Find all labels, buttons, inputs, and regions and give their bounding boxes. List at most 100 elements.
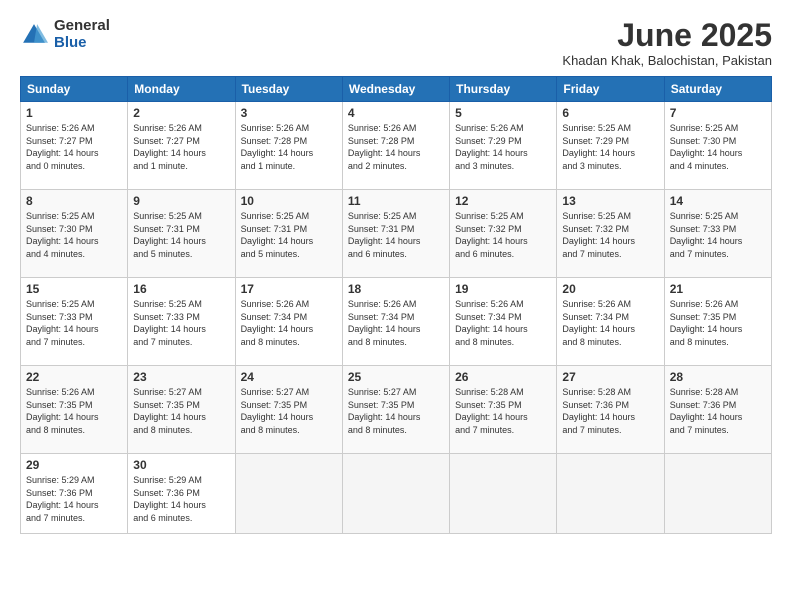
day-info: Sunrise: 5:26 AM Sunset: 7:27 PM Dayligh…: [26, 122, 122, 172]
day-number: 24: [241, 370, 337, 384]
calendar-row: 29 Sunrise: 5:29 AM Sunset: 7:36 PM Dayli…: [21, 454, 772, 534]
day-info: Sunrise: 5:28 AM Sunset: 7:36 PM Dayligh…: [562, 386, 658, 436]
day-number: 4: [348, 106, 444, 120]
day-info: Sunrise: 5:25 AM Sunset: 7:32 PM Dayligh…: [455, 210, 551, 260]
header-wednesday: Wednesday: [342, 77, 449, 102]
table-row: 14 Sunrise: 5:25 AM Sunset: 7:33 PM Dayli…: [664, 190, 771, 278]
calendar-row: 8Sunrise: 5:25 AM Sunset: 7:30 PM Daylig…: [21, 190, 772, 278]
header-thursday: Thursday: [450, 77, 557, 102]
table-row: 18 Sunrise: 5:26 AM Sunset: 7:34 PM Dayli…: [342, 278, 449, 366]
day-info: Sunrise: 5:26 AM Sunset: 7:34 PM Dayligh…: [562, 298, 658, 348]
header-saturday: Saturday: [664, 77, 771, 102]
header-sunday: Sunday: [21, 77, 128, 102]
day-number: 21: [670, 282, 766, 296]
title-section: June 2025 Khadan Khak, Balochistan, Paki…: [562, 18, 772, 68]
day-info: Sunrise: 5:27 AM Sunset: 7:35 PM Dayligh…: [241, 386, 337, 436]
table-row: 9 Sunrise: 5:25 AM Sunset: 7:31 PM Daylig…: [128, 190, 235, 278]
day-number: 23: [133, 370, 229, 384]
table-row: 23 Sunrise: 5:27 AM Sunset: 7:35 PM Dayli…: [128, 366, 235, 454]
header-tuesday: Tuesday: [235, 77, 342, 102]
day-number: 20: [562, 282, 658, 296]
day-number: 26: [455, 370, 551, 384]
day-number: 6: [562, 106, 658, 120]
logo-general: General: [54, 18, 110, 35]
day-number: 11: [348, 194, 444, 208]
table-row: 1 Sunrise: 5:26 AM Sunset: 7:27 PM Daylig…: [21, 102, 128, 190]
day-info: Sunrise: 5:29 AM Sunset: 7:36 PM Dayligh…: [133, 474, 229, 524]
day-info: Sunrise: 5:25 AM Sunset: 7:30 PM Dayligh…: [26, 210, 122, 260]
location-title: Khadan Khak, Balochistan, Pakistan: [562, 53, 772, 68]
day-info: Sunrise: 5:26 AM Sunset: 7:35 PM Dayligh…: [670, 298, 766, 348]
table-row: 8Sunrise: 5:25 AM Sunset: 7:30 PM Daylig…: [21, 190, 128, 278]
header-monday: Monday: [128, 77, 235, 102]
table-row: 27 Sunrise: 5:28 AM Sunset: 7:36 PM Dayli…: [557, 366, 664, 454]
day-info: Sunrise: 5:25 AM Sunset: 7:30 PM Dayligh…: [670, 122, 766, 172]
day-info: Sunrise: 5:25 AM Sunset: 7:32 PM Dayligh…: [562, 210, 658, 260]
table-row: 17Sunrise: 5:26 AM Sunset: 7:34 PM Dayli…: [235, 278, 342, 366]
day-number: 15: [26, 282, 122, 296]
day-number: 1: [26, 106, 122, 120]
table-row: [450, 454, 557, 534]
page: General Blue June 2025 Khadan Khak, Balo…: [0, 0, 792, 612]
calendar: Sunday Monday Tuesday Wednesday Thursday…: [20, 76, 772, 534]
calendar-row: 22 Sunrise: 5:26 AM Sunset: 7:35 PM Dayli…: [21, 366, 772, 454]
day-number: 10: [241, 194, 337, 208]
table-row: 20 Sunrise: 5:26 AM Sunset: 7:34 PM Dayli…: [557, 278, 664, 366]
day-number: 2: [133, 106, 229, 120]
day-info: Sunrise: 5:27 AM Sunset: 7:35 PM Dayligh…: [133, 386, 229, 436]
day-info: Sunrise: 5:26 AM Sunset: 7:35 PM Dayligh…: [26, 386, 122, 436]
day-number: 9: [133, 194, 229, 208]
header-friday: Friday: [557, 77, 664, 102]
day-info: Sunrise: 5:26 AM Sunset: 7:29 PM Dayligh…: [455, 122, 551, 172]
day-number: 16: [133, 282, 229, 296]
month-title: June 2025: [562, 18, 772, 53]
day-info: Sunrise: 5:25 AM Sunset: 7:31 PM Dayligh…: [241, 210, 337, 260]
table-row: 13 Sunrise: 5:25 AM Sunset: 7:32 PM Dayli…: [557, 190, 664, 278]
day-number: 12: [455, 194, 551, 208]
table-row: 24 Sunrise: 5:27 AM Sunset: 7:35 PM Dayli…: [235, 366, 342, 454]
table-row: 28Sunrise: 5:28 AM Sunset: 7:36 PM Dayli…: [664, 366, 771, 454]
day-info: Sunrise: 5:29 AM Sunset: 7:36 PM Dayligh…: [26, 474, 122, 524]
day-info: Sunrise: 5:25 AM Sunset: 7:31 PM Dayligh…: [133, 210, 229, 260]
day-number: 27: [562, 370, 658, 384]
logo: General Blue: [20, 18, 110, 51]
table-row: 3Sunrise: 5:26 AM Sunset: 7:28 PM Daylig…: [235, 102, 342, 190]
logo-text: General Blue: [54, 18, 110, 51]
day-number: 14: [670, 194, 766, 208]
day-info: Sunrise: 5:28 AM Sunset: 7:36 PM Dayligh…: [670, 386, 766, 436]
day-number: 7: [670, 106, 766, 120]
day-number: 19: [455, 282, 551, 296]
table-row: 12 Sunrise: 5:25 AM Sunset: 7:32 PM Dayli…: [450, 190, 557, 278]
table-row: [664, 454, 771, 534]
day-number: 3: [241, 106, 337, 120]
day-info: Sunrise: 5:26 AM Sunset: 7:34 PM Dayligh…: [455, 298, 551, 348]
day-number: 17: [241, 282, 337, 296]
day-number: 5: [455, 106, 551, 120]
weekday-header-row: Sunday Monday Tuesday Wednesday Thursday…: [21, 77, 772, 102]
logo-icon: [20, 21, 48, 49]
day-info: Sunrise: 5:26 AM Sunset: 7:34 PM Dayligh…: [348, 298, 444, 348]
day-info: Sunrise: 5:25 AM Sunset: 7:33 PM Dayligh…: [133, 298, 229, 348]
day-info: Sunrise: 5:28 AM Sunset: 7:35 PM Dayligh…: [455, 386, 551, 436]
logo-blue: Blue: [54, 35, 110, 52]
table-row: 21 Sunrise: 5:26 AM Sunset: 7:35 PM Dayli…: [664, 278, 771, 366]
table-row: 30Sunrise: 5:29 AM Sunset: 7:36 PM Dayli…: [128, 454, 235, 534]
calendar-row: 15 Sunrise: 5:25 AM Sunset: 7:33 PM Dayli…: [21, 278, 772, 366]
day-number: 29: [26, 458, 122, 472]
table-row: 25Sunrise: 5:27 AM Sunset: 7:35 PM Dayli…: [342, 366, 449, 454]
table-row: 15Sunrise: 5:25 AM Sunset: 7:33 PM Dayli…: [21, 278, 128, 366]
table-row: 19 Sunrise: 5:26 AM Sunset: 7:34 PM Dayli…: [450, 278, 557, 366]
header: General Blue June 2025 Khadan Khak, Balo…: [20, 18, 772, 68]
table-row: 4 Sunrise: 5:26 AM Sunset: 7:28 PM Daylig…: [342, 102, 449, 190]
day-info: Sunrise: 5:25 AM Sunset: 7:33 PM Dayligh…: [670, 210, 766, 260]
day-number: 18: [348, 282, 444, 296]
table-row: 26 Sunrise: 5:28 AM Sunset: 7:35 PM Dayli…: [450, 366, 557, 454]
day-number: 22: [26, 370, 122, 384]
day-info: Sunrise: 5:26 AM Sunset: 7:27 PM Dayligh…: [133, 122, 229, 172]
day-info: Sunrise: 5:26 AM Sunset: 7:28 PM Dayligh…: [348, 122, 444, 172]
table-row: 22 Sunrise: 5:26 AM Sunset: 7:35 PM Dayli…: [21, 366, 128, 454]
day-number: 13: [562, 194, 658, 208]
table-row: 10 Sunrise: 5:25 AM Sunset: 7:31 PM Dayli…: [235, 190, 342, 278]
table-row: [235, 454, 342, 534]
day-info: Sunrise: 5:25 AM Sunset: 7:31 PM Dayligh…: [348, 210, 444, 260]
